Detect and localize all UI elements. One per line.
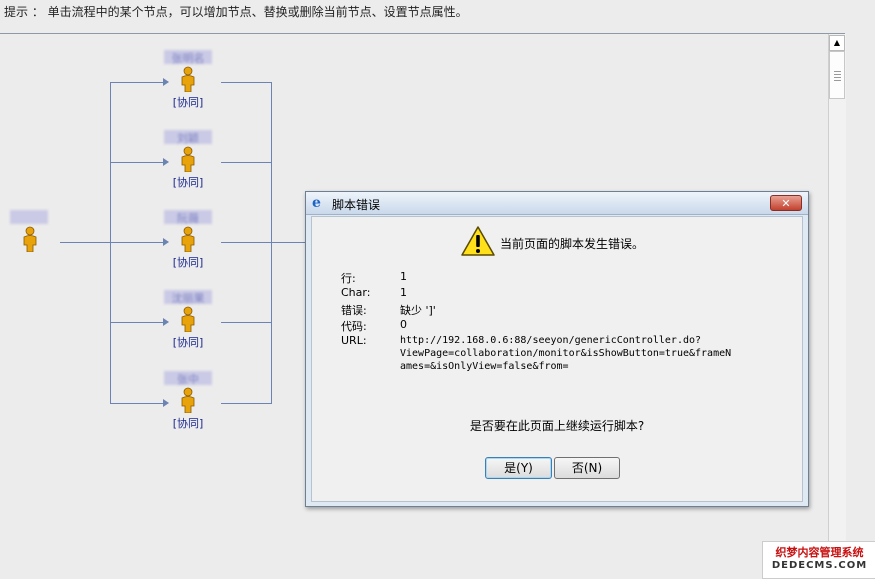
grip-line <box>834 77 841 78</box>
node-name: 张中 <box>164 371 212 386</box>
node-name: 刘颖 <box>164 130 212 145</box>
node-tag[interactable]: [协同] <box>156 174 220 190</box>
person-icon <box>179 306 197 333</box>
person-icon <box>179 66 197 93</box>
grip-line <box>834 80 841 81</box>
node-name <box>10 210 48 224</box>
connector <box>221 242 305 243</box>
person-icon <box>179 387 197 414</box>
field-value: 1 <box>400 270 407 283</box>
field-label: 行: <box>341 272 356 285</box>
node-tag[interactable]: [协同] <box>156 94 220 110</box>
watermark-line2: DEDECMS.COM <box>771 560 868 571</box>
dialog-body: 当前页面的脚本发生错误。 行: 1 Char: 1 错误: 缺少 ']' 代码:… <box>311 216 803 502</box>
connector <box>221 403 271 404</box>
node-tag[interactable]: [协同] <box>156 254 220 270</box>
field-label: 错误: <box>341 304 367 317</box>
field-value: 缺少 ']' <box>400 304 436 317</box>
field-label: 代码: <box>341 320 367 333</box>
watermark-logo: 织梦内容管理系统 DEDECMS.COM <box>762 541 875 579</box>
field-label: URL: <box>341 334 367 347</box>
grip-line <box>834 71 841 72</box>
start-node[interactable] <box>0 210 62 253</box>
url-line: ViewPage=collaboration/monitor&isShowBut… <box>400 348 732 359</box>
ie-icon: e <box>312 195 321 211</box>
workflow-node[interactable]: 沈丽果 [协同] <box>156 290 220 350</box>
dialog-titlebar[interactable]: e 脚本错误 ✕ <box>306 192 808 215</box>
no-button[interactable]: 否(N) <box>554 457 620 479</box>
field-value: 1 <box>400 286 407 299</box>
connector <box>60 242 166 243</box>
close-button[interactable]: ✕ <box>770 195 802 211</box>
continue-question: 是否要在此页面上继续运行脚本? <box>469 419 645 433</box>
hint-text: 提示 ： 单击流程中的某个节点，可以增加节点、替换或删除当前节点、设置节点属性。 <box>4 5 468 19</box>
node-name: 阮薇 <box>164 210 212 225</box>
yes-button[interactable]: 是(Y) <box>485 457 552 479</box>
workflow-node[interactable]: 张中 [协同] <box>156 371 220 431</box>
person-icon <box>179 146 197 173</box>
person-icon <box>179 226 197 253</box>
url-line: http://192.168.0.6:88/seeyon/genericCont… <box>400 335 702 346</box>
connector <box>221 162 271 163</box>
node-tag[interactable]: [协同] <box>156 334 220 350</box>
workflow-node[interactable]: 刘颖 [协同] <box>156 130 220 190</box>
dialog-title: 脚本错误 <box>332 198 381 212</box>
workflow-node[interactable]: 张明名 [协同] <box>156 50 220 110</box>
node-name: 沈丽果 <box>164 290 212 305</box>
error-headline: 当前页面的脚本发生错误。 <box>500 237 645 251</box>
watermark-line1: 织梦内容管理系统 <box>775 546 864 559</box>
vertical-scrollbar[interactable]: ▲ <box>828 34 846 578</box>
connector <box>221 82 271 83</box>
script-error-dialog: e 脚本错误 ✕ 当前页面的脚本发生错误。 行: 1 Char: 1 错误: 缺… <box>305 191 809 507</box>
scroll-thumb[interactable] <box>829 51 845 99</box>
field-value: 0 <box>400 318 407 331</box>
connector <box>221 322 271 323</box>
warning-icon <box>460 225 496 257</box>
grip-line <box>834 74 841 75</box>
connector <box>271 82 272 404</box>
close-icon: ✕ <box>781 197 791 210</box>
url-line: ames=&isOnlyView=false&from= <box>400 361 569 372</box>
field-label: Char: <box>341 286 371 299</box>
connector <box>110 82 111 404</box>
workflow-node[interactable]: 阮薇 [协同] <box>156 210 220 270</box>
node-tag[interactable]: [协同] <box>156 415 220 431</box>
scroll-up-button[interactable]: ▲ <box>829 35 845 51</box>
node-name: 张明名 <box>164 50 212 65</box>
person-icon <box>21 226 39 253</box>
